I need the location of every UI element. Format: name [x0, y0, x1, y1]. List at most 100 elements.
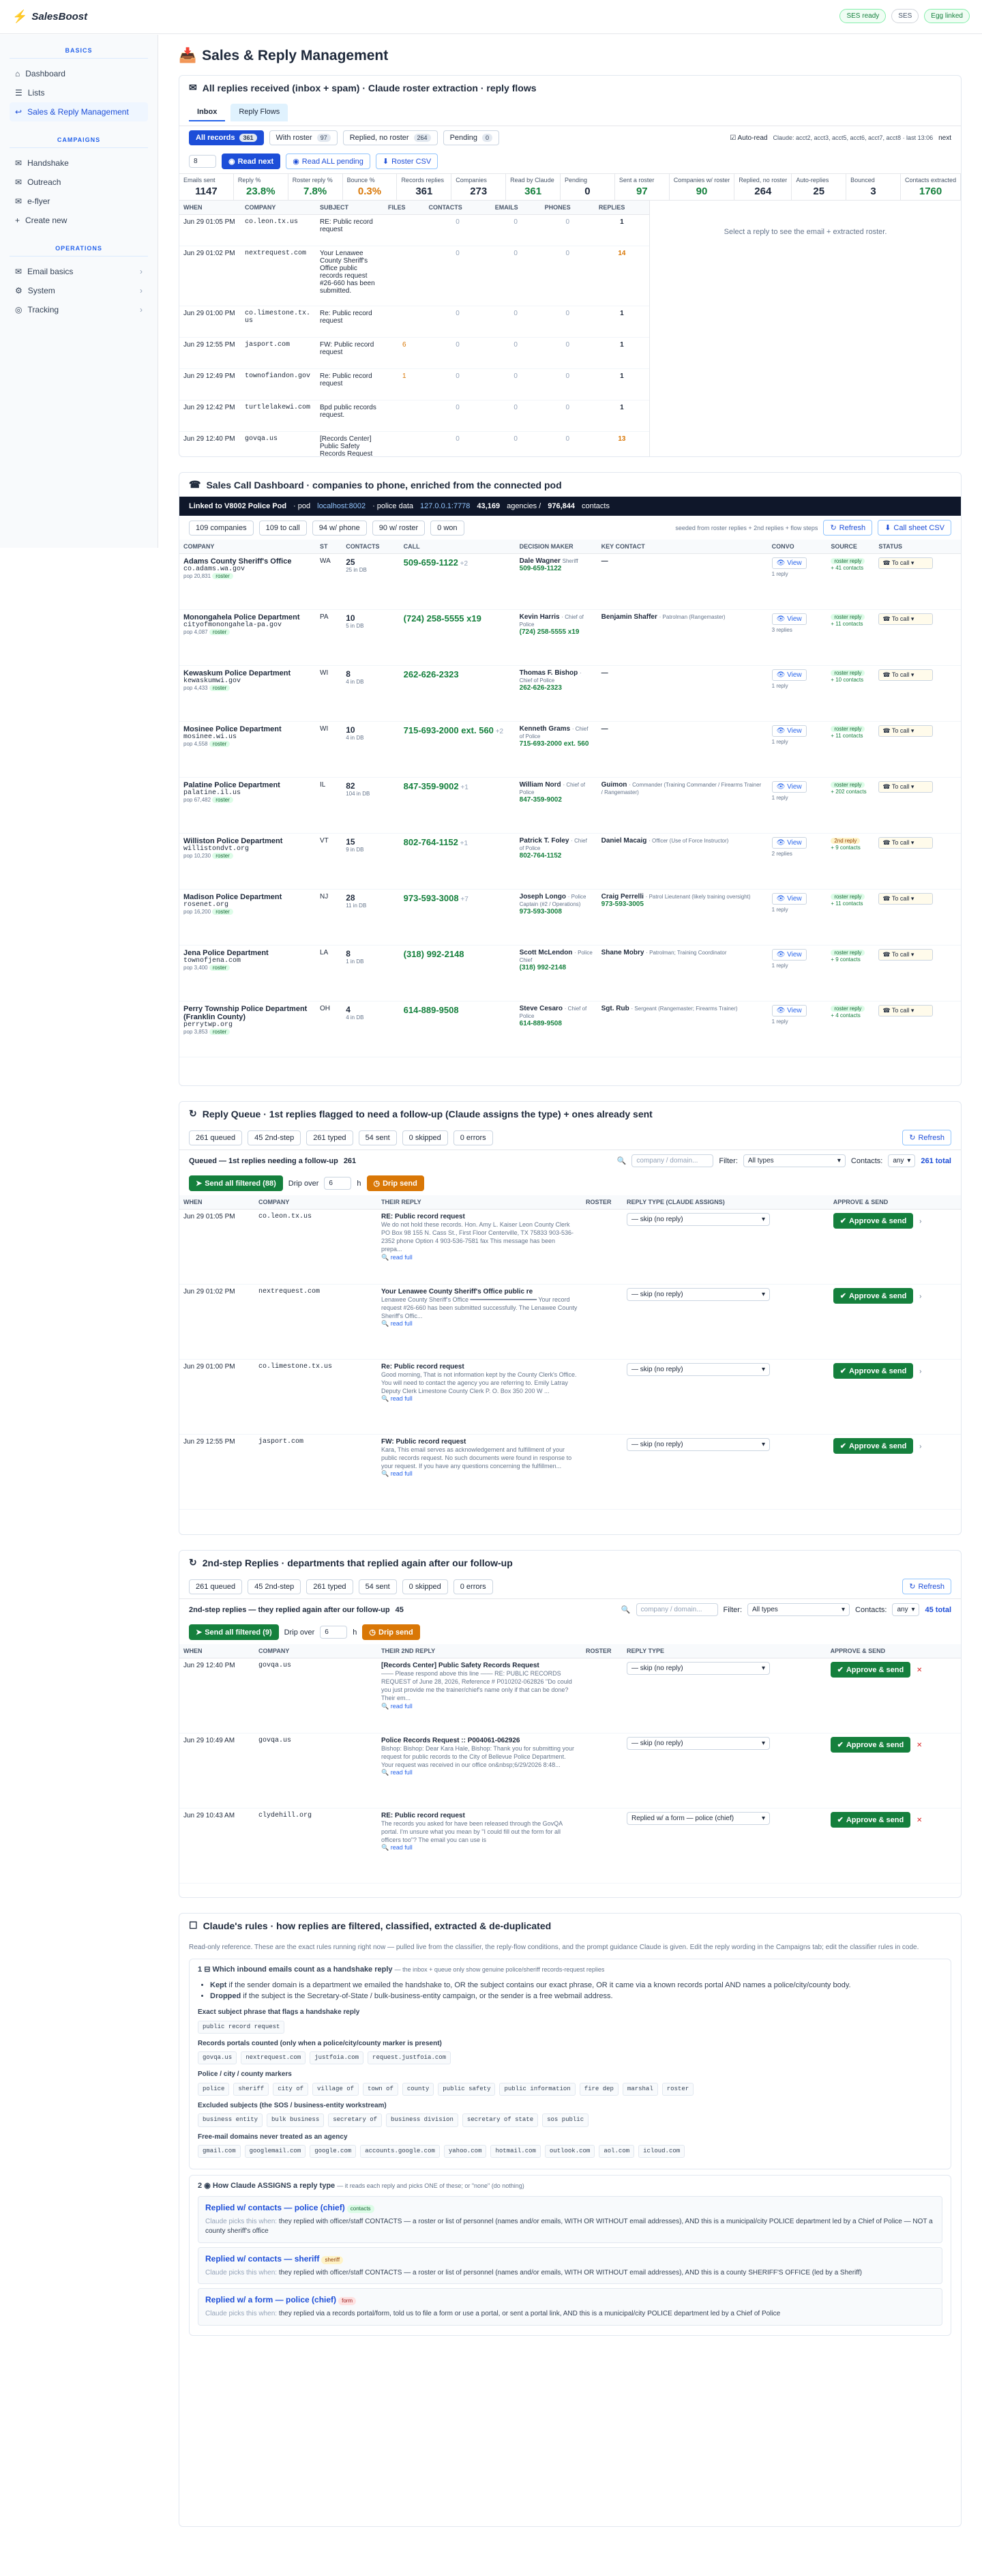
read-full-link[interactable]: 🔍 read full — [381, 1470, 578, 1478]
view-button[interactable]: 👁 View — [771, 613, 807, 625]
search-input[interactable]: company / domain... — [636, 1603, 718, 1616]
dismiss-icon[interactable]: ✕ — [917, 1817, 922, 1824]
table-row[interactable]: Jun 29 12:55 PM jasport.com FW: Public r… — [179, 337, 649, 369]
status-select[interactable]: ☎ To call ▾ — [878, 1005, 934, 1016]
ses-pill[interactable]: SES — [891, 9, 919, 23]
status-select[interactable]: ☎ To call ▾ — [878, 837, 934, 849]
reply-type-select[interactable]: Replied w/ a form — police (chief) ▾ — [627, 1812, 770, 1825]
sidebar-item[interactable]: ↩ Sales & Reply Management — [10, 102, 148, 121]
view-button[interactable]: 👁 View — [771, 781, 807, 793]
table-row[interactable]: Jena Police Department townofjena.com pop … — [179, 945, 961, 1001]
stat-chip[interactable]: 261 queued — [189, 1130, 243, 1145]
sidebar-item[interactable]: + Create new — [10, 211, 148, 230]
table-row[interactable]: Jun 29 01:00 PM co.limestone.tx.us Re: P… — [179, 1359, 961, 1435]
drip-hours-input[interactable]: 6 — [320, 1626, 348, 1639]
table-row[interactable]: Jun 29 12:42 PM turtlelakewi.com Bpd pub… — [179, 400, 649, 432]
dismiss-icon[interactable]: ✕ — [917, 1667, 922, 1674]
view-button[interactable]: 👁 View — [771, 949, 807, 961]
table-row[interactable]: Jun 29 12:55 PM jasport.com FW: Public r… — [179, 1434, 961, 1510]
read-full-link[interactable]: 🔍 read full — [381, 1320, 578, 1328]
table-row[interactable]: Jun 29 10:49 AM govqa.us Police Records … — [179, 1733, 961, 1809]
dismiss-icon[interactable]: ✕ — [917, 1742, 922, 1749]
table-row[interactable]: Madison Police Department rosenet.org pop … — [179, 889, 961, 946]
table-row[interactable]: Mosinee Police Department mosinee.wi.us po… — [179, 721, 961, 778]
call-phone-link[interactable]: 715-693-2000 ext. 560 — [404, 725, 494, 735]
read-next-button[interactable]: ◉ Read next — [222, 153, 281, 169]
read-full-link[interactable]: 🔍 read full — [381, 1395, 578, 1403]
table-row[interactable]: Jun 29 12:40 PM govqa.us [Records Center… — [179, 1658, 961, 1733]
reply-type-select[interactable]: — skip (no reply) ▾ — [627, 1662, 770, 1675]
status-select[interactable]: ☎ To call ▾ — [878, 949, 934, 961]
chip-with-roster[interactable]: 90 w/ roster — [372, 520, 426, 536]
table-row[interactable]: Jun 29 10:43 AM clydehill.org RE: Public… — [179, 1808, 961, 1884]
reply-type-select[interactable]: — skip (no reply) ▾ — [627, 1438, 770, 1451]
call-phone-link[interactable]: 262-626-2323 — [404, 669, 459, 679]
call-phone-link[interactable]: 973-593-3008 — [404, 893, 459, 903]
chevron-right-icon[interactable]: › — [919, 1443, 921, 1450]
sidebar-item[interactable]: ✉ Email basics › — [10, 262, 148, 281]
status-select[interactable]: ☎ To call ▾ — [878, 725, 934, 737]
approve-send-button[interactable]: ✔ Approve & send — [833, 1288, 914, 1304]
call-phone-link[interactable]: 614-889-9508 — [404, 1005, 459, 1015]
view-button[interactable]: 👁 View — [771, 557, 807, 569]
sidebar-item[interactable]: ✉ e-flyer — [10, 192, 148, 211]
autoread-toggle[interactable]: ☑ Auto-read — [730, 134, 767, 142]
read-all-button[interactable]: ◉ Read ALL pending — [286, 153, 370, 169]
stat-chip[interactable]: 261 typed — [306, 1579, 353, 1594]
table-row[interactable]: Kewaskum Police Department kewaskumwi.gov… — [179, 665, 961, 722]
stat-chip[interactable]: 45 2nd-step — [248, 1579, 301, 1594]
drip-hours-input[interactable]: 6 — [324, 1177, 352, 1190]
view-button[interactable]: 👁 View — [771, 669, 807, 681]
table-row[interactable]: Williston Police Department willistondvt.… — [179, 833, 961, 890]
view-button[interactable]: 👁 View — [771, 725, 807, 737]
approve-send-button[interactable]: ✔ Approve & send — [830, 1662, 911, 1678]
stat-chip[interactable]: 261 queued — [189, 1579, 243, 1594]
stat-chip[interactable]: 0 errors — [453, 1130, 493, 1145]
calls-refresh-button[interactable]: ↻ Refresh — [823, 520, 873, 536]
filter-pending[interactable]: Pending 0 — [443, 130, 499, 145]
view-button[interactable]: 👁 View — [771, 1005, 807, 1016]
stat-chip[interactable]: 0 skipped — [402, 1130, 448, 1145]
contacts-filter-select[interactable]: any ▾ — [888, 1154, 916, 1167]
stat-chip[interactable]: 261 typed — [306, 1130, 353, 1145]
call-phone-link[interactable]: (318) 992-2148 — [404, 949, 464, 959]
status-select[interactable]: ☎ To call ▾ — [878, 893, 934, 905]
status-select[interactable]: ☎ To call ▾ — [878, 557, 934, 569]
chevron-right-icon[interactable]: › — [919, 1218, 921, 1225]
refresh-button[interactable]: ↻ Refresh — [902, 1130, 951, 1145]
table-row[interactable]: Jun 29 12:49 PM townofiandon.gov Re: Pub… — [179, 368, 649, 400]
contacts-filter-select[interactable]: any ▾ — [892, 1603, 920, 1616]
roster-csv-button[interactable]: ⬇ Roster CSV — [375, 153, 438, 169]
send-all-button[interactable]: ➤ Send all filtered (9) — [189, 1624, 279, 1640]
reply-type-select[interactable]: — skip (no reply) ▾ — [627, 1363, 770, 1376]
filter-all-records[interactable]: All records 361 — [189, 130, 264, 145]
app-logo[interactable]: ⚡ SalesBoost — [12, 10, 87, 24]
approve-send-button[interactable]: ✔ Approve & send — [830, 1812, 911, 1828]
call-phone-link[interactable]: 509-659-1122 — [404, 557, 458, 568]
call-phone-link[interactable]: 847-359-9002 — [404, 781, 459, 791]
table-row[interactable]: Palatine Police Department palatine.il.us… — [179, 777, 961, 834]
read-full-link[interactable]: 🔍 read full — [381, 1703, 578, 1710]
stat-chip[interactable]: 54 sent — [358, 1579, 397, 1594]
stat-chip[interactable]: 45 2nd-step — [248, 1130, 301, 1145]
next-link[interactable]: next — [938, 134, 951, 142]
tab-inbox[interactable]: Inbox — [189, 104, 226, 121]
sidebar-item[interactable]: ✉ Handshake — [10, 153, 148, 173]
chip-to-call[interactable]: 109 to call — [258, 520, 307, 536]
table-row[interactable]: Jun 29 01:02 PM nextrequest.com Your Len… — [179, 1284, 961, 1360]
type-filter-select[interactable]: All types ▾ — [743, 1154, 846, 1167]
table-row[interactable]: Jun 29 12:40 PM govqa.us [Records Center… — [179, 431, 649, 456]
call-phone-link[interactable]: (724) 258-5555 x19 — [404, 613, 481, 624]
drip-send-button[interactable]: ◷ Drip send — [366, 1175, 424, 1191]
chip-companies[interactable]: 109 companies — [189, 520, 254, 536]
call-phone-link[interactable]: 802-764-1152 — [404, 837, 458, 847]
type-filter-select[interactable]: All types ▾ — [747, 1603, 850, 1616]
status-select[interactable]: ☎ To call ▾ — [878, 669, 934, 681]
sidebar-item[interactable]: ⌂ Dashboard — [10, 64, 148, 83]
sidebar-item[interactable]: ◎ Tracking › — [10, 300, 148, 319]
reply-type-select[interactable]: — skip (no reply) ▾ — [627, 1213, 770, 1226]
reply-type-select[interactable]: — skip (no reply) ▾ — [627, 1288, 770, 1301]
tab-reply-flows[interactable]: Reply Flows — [230, 104, 288, 121]
drip-send-button[interactable]: ◷ Drip send — [362, 1624, 420, 1640]
approve-send-button[interactable]: ✔ Approve & send — [833, 1438, 914, 1454]
